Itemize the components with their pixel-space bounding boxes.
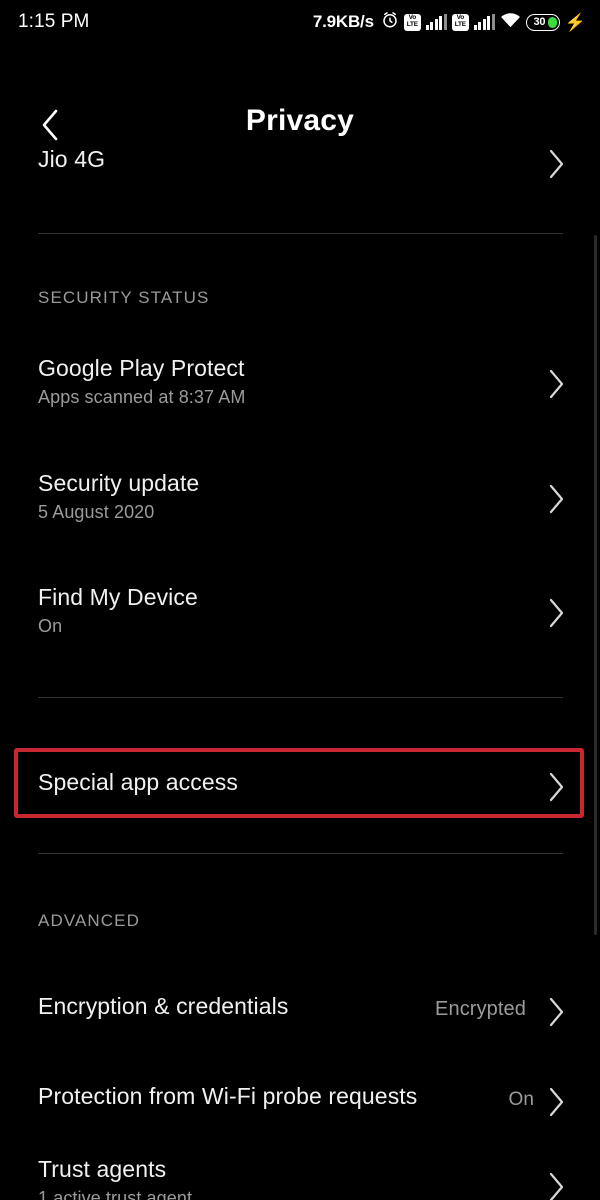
wifi-icon — [500, 11, 521, 34]
alarm-clock-icon — [381, 11, 399, 34]
list-item-title: Find My Device — [38, 584, 198, 610]
battery-icon: 30 — [525, 13, 560, 31]
status-bar-clock: 1:15 PM — [18, 11, 90, 32]
network-speed-label: 7.9KB/s — [312, 12, 374, 31]
chevron-right-icon — [546, 483, 566, 520]
battery-level-fill — [547, 16, 557, 28]
list-item-title: Security update — [38, 470, 200, 496]
divider — [38, 697, 563, 698]
chevron-right-icon — [546, 771, 566, 808]
app-bar: Privacy — [0, 44, 600, 141]
list-item-value: Encrypted — [435, 998, 526, 1020]
list-item-encryption-and-credentials[interactable]: Encryption & credentials Encrypted — [0, 968, 600, 1048]
list-item-special-app-access[interactable]: Special app access — [0, 753, 600, 828]
list-item-security-update[interactable]: Security update 5 August 2020 — [0, 458, 600, 558]
list-item-protection-from-wifi-probe-requests[interactable]: Protection from Wi-Fi probe requests On — [0, 1058, 600, 1138]
volte-sim1-icon: Vo LTE — [403, 13, 421, 31]
volte-sim2-bottom: LTE — [454, 21, 466, 29]
list-item-find-my-device[interactable]: Find My Device On — [0, 572, 600, 672]
chevron-right-icon — [546, 597, 566, 634]
volte-sim1-bottom: LTE — [406, 21, 418, 29]
list-item-title: Protection from Wi-Fi probe requests — [38, 1083, 418, 1109]
divider — [38, 233, 563, 234]
privacy-settings-screen: 1:15 PM 7.9KB/s Vo LTE Vo LTE 30 ⚡ Priva… — [0, 0, 600, 1200]
list-item-google-play-protect[interactable]: Google Play Protect Apps scanned at 8:37… — [0, 343, 600, 443]
divider — [38, 853, 563, 854]
list-item-trust-agents[interactable]: Trust agents 1 active trust agent — [0, 1143, 600, 1200]
list-item-value: On — [508, 1089, 534, 1110]
charging-bolt-icon: ⚡ — [564, 12, 586, 32]
list-item-jio-4g[interactable]: Jio 4G — [0, 128, 600, 203]
section-header-advanced: ADVANCED — [38, 911, 141, 930]
scrollbar-thumb[interactable] — [594, 235, 597, 935]
chevron-right-icon — [546, 996, 566, 1033]
list-item-title: Jio 4G — [38, 146, 106, 172]
signal-bars-sim1-icon — [425, 14, 447, 30]
section-header-security-status: SECURITY STATUS — [38, 288, 210, 307]
list-item-title: Special app access — [38, 769, 238, 795]
list-item-subtitle: Apps scanned at 8:37 AM — [38, 387, 246, 407]
battery-level-label: 30 — [533, 16, 546, 28]
volte-sim2-icon: Vo LTE — [451, 13, 469, 31]
list-item-title: Trust agents — [38, 1156, 167, 1182]
list-item-title: Google Play Protect — [38, 355, 245, 381]
chevron-right-icon — [546, 1086, 566, 1123]
chevron-right-icon — [546, 1171, 566, 1200]
signal-bars-sim2-icon — [473, 14, 495, 30]
list-item-subtitle: On — [38, 616, 63, 636]
list-item-subtitle: 5 August 2020 — [38, 502, 155, 522]
chevron-right-icon — [546, 368, 566, 405]
list-item-title: Encryption & credentials — [38, 993, 289, 1019]
chevron-right-icon — [546, 148, 566, 185]
status-bar-icons: 7.9KB/s Vo LTE Vo LTE 30 ⚡ — [313, 11, 586, 34]
status-bar: 1:15 PM 7.9KB/s Vo LTE Vo LTE 30 ⚡ — [0, 0, 600, 44]
list-item-subtitle: 1 active trust agent — [38, 1188, 193, 1200]
